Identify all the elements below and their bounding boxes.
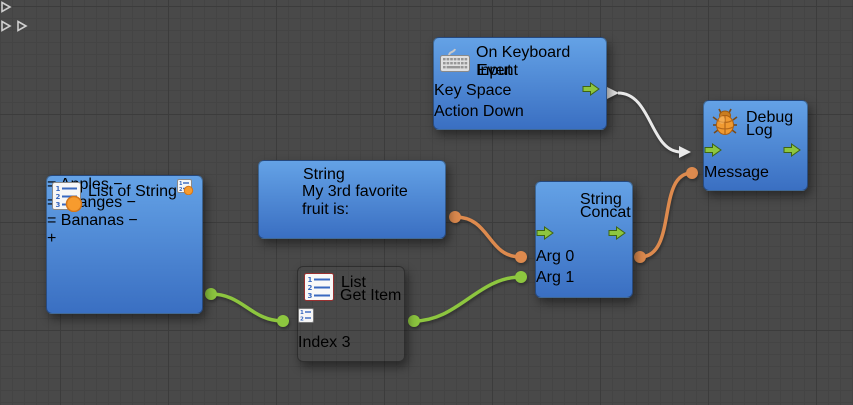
port-row-list: 12 [298,308,404,334]
message-label: Message [704,164,769,181]
numbered-list-icon: 123 [52,182,83,217]
svg-text:1: 1 [300,310,304,316]
node-on-keyboard-input[interactable]: On Keyboard Input Event Key Space Action… [433,37,607,130]
port-row-arg1: Arg 1 [536,269,632,290]
port-row-action: Action Down [434,103,606,123]
action-dropdown-value: Down [483,103,524,120]
arg0-label: Arg 0 [536,248,574,265]
node-header[interactable]: String Concat [536,182,632,226]
list-badge-icon[interactable]: 12 [177,179,194,200]
arg1-label: Arg 1 [536,269,574,286]
wire-keyboard-to-log [607,87,691,158]
port-row-index: Index 3 [298,334,404,354]
flow-input-port[interactable] [536,227,554,244]
node-title: List of String [88,183,177,201]
node-concat[interactable]: String Concat Arg 0 Arg 1 [535,181,633,298]
node-title: Get Item [340,287,401,305]
node-header[interactable]: Debug Log [704,101,807,143]
wire-list-to-getitem [205,288,289,327]
svg-text:2: 2 [300,317,304,323]
port-row-key: Key Space [434,82,606,103]
key-dropdown-value: Space [466,82,511,99]
node-get-item[interactable]: 123 List Get Item 12 [297,266,405,362]
string-value-field[interactable]: My 3rd favorite fruit is: [302,183,435,219]
node-header[interactable]: String My 3rd favorite fruit is: [259,161,445,205]
flow-output-port[interactable] [608,226,626,245]
index-value-field[interactable]: 3 [342,334,351,351]
svg-text:2: 2 [308,284,313,292]
node-header[interactable]: 123 List Get Item [298,267,404,308]
port-row-arg0: Arg 0 [536,248,632,269]
node-header[interactable]: On Keyboard Input Event [434,38,606,82]
node-title: Concat [580,204,631,222]
unity-visual-scripting-canvas[interactable]: { "canvas": { "background": "#494949", "… [0,0,853,405]
key-label: Key [434,82,462,99]
list-port-icon[interactable]: 12 [298,310,314,327]
action-label: Action [434,103,478,120]
action-dropdown[interactable]: Down [483,103,524,120]
svg-text:1: 1 [56,185,61,193]
flow-unconnected-port[interactable] [16,20,28,37]
svg-text:2: 2 [179,187,183,193]
node-title: Log [746,122,773,140]
node-string-literal[interactable]: String My 3rd favorite fruit is: [258,160,446,239]
node-debug-log[interactable]: Debug Log Message [703,100,808,191]
index-label: Index [298,334,337,351]
svg-text:1: 1 [308,276,313,284]
node-subtitle: Event [477,62,518,80]
svg-text:2: 2 [56,193,61,201]
flow-row [536,226,632,248]
svg-text:3: 3 [56,201,61,209]
flow-output-port[interactable] [582,82,600,101]
key-dropdown[interactable]: Space [466,82,511,99]
flow-input-port[interactable] [704,144,722,161]
remove-item-button[interactable]: − [128,212,137,229]
numbered-list-icon: 123 [304,273,335,307]
svg-text:3: 3 [308,292,313,300]
flow-unconnected-port[interactable] [0,1,12,18]
wire-getitem-to-concat [408,271,527,327]
flow-unconnected-port[interactable] [0,20,16,37]
node-title: String [303,166,345,184]
flow-output-port[interactable] [783,143,801,162]
wire-string-to-concat [449,211,527,263]
add-item-button[interactable]: + [47,230,75,247]
bug-icon [712,108,738,141]
flow-row [704,143,807,164]
keyboard-icon [440,46,470,79]
port-row-message: Message [704,164,807,184]
node-list-of-string[interactable]: 123 List of String = Apples − = Oranges … [46,175,203,314]
wire-concat-to-log [634,167,698,263]
